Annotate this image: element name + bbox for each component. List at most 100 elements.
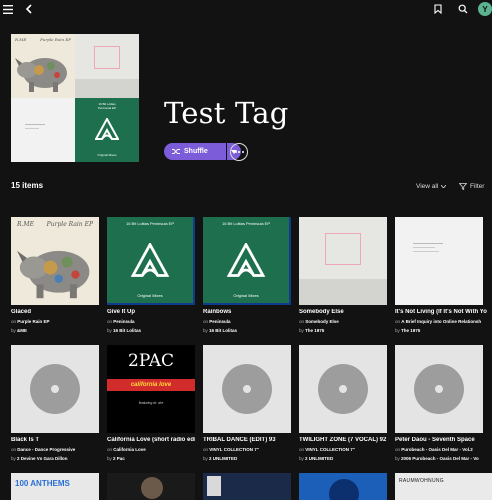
item-artwork[interactable] — [299, 473, 387, 500]
item-album[interactable]: Somebody Else — [305, 319, 339, 324]
chevron-left-icon[interactable] — [22, 2, 36, 16]
item-album-line: on Peninsula — [203, 319, 231, 324]
item-album-line: on VINYL COLLECTION 7" — [203, 447, 259, 452]
artwork-text: Purple Rain EP — [46, 221, 93, 228]
bookmark-icon[interactable] — [431, 2, 445, 16]
item-album[interactable]: VINYL COLLECTION 7" — [305, 447, 355, 452]
item-artist[interactable]: 16 Bit Lolitas — [209, 328, 237, 333]
item-artist[interactable]: &ME — [17, 328, 27, 333]
item-title[interactable]: Black Is T — [11, 437, 99, 443]
item-album[interactable]: Dance - Dance Progressive — [17, 447, 75, 452]
item-album-line: on Peninsula — [107, 319, 135, 324]
item-artwork[interactable]: R.ME Purple Rain EP — [11, 217, 99, 305]
shuffle-button[interactable]: Shuffle — [164, 143, 226, 160]
item-card[interactable]: TWILIGHT ZONE (7 VOCAL) 92 on VINYL COLL… — [299, 345, 387, 461]
chevron-down-icon — [441, 185, 447, 188]
item-artwork[interactable]: 16 Bit Lolitas Peninsula EP Original Mix… — [107, 217, 195, 305]
item-artwork[interactable] — [299, 217, 387, 305]
item-artwork-placeholder[interactable] — [299, 345, 387, 433]
item-title[interactable]: Rainbows — [203, 309, 291, 315]
item-artist[interactable]: 2006 Purobeach - Oasis Del Mar - Vo — [401, 456, 479, 461]
menu-icon[interactable] — [1, 2, 15, 16]
item-title[interactable]: Glaced — [11, 309, 99, 315]
item-card[interactable]: Black Is T on Dance - Dance Progressive … — [11, 345, 99, 461]
item-album-line: on Dance - Dance Progressive — [11, 447, 76, 452]
disc-icon — [318, 364, 368, 414]
item-card[interactable]: Somebody Else on Somebody Else by The 19… — [299, 217, 387, 333]
item-artwork[interactable] — [203, 473, 291, 500]
item-title[interactable]: Somebody Else — [299, 309, 387, 315]
artwork-text: 16 Bit Lolitas Peninsula EP — [221, 221, 271, 226]
item-artwork[interactable]: 16 Bit Lolitas Peninsula EP Original Mix… — [203, 217, 291, 305]
more-dots-icon — [234, 151, 237, 153]
cover-tile-1-artist: R.ME — [15, 37, 27, 42]
item-artist[interactable]: The 1975 — [401, 328, 420, 333]
disc-icon — [30, 364, 80, 414]
item-artwork-placeholder[interactable] — [203, 345, 291, 433]
item-artist[interactable]: The 1975 — [305, 328, 324, 333]
item-artwork-placeholder[interactable] — [395, 345, 483, 433]
item-card[interactable]: TRIBAL DANCE (EDIT) 93 on VINYL COLLECTI… — [203, 345, 291, 461]
item-artist[interactable]: 16 Bit Lolitas — [113, 328, 141, 333]
artwork-text: R.ME — [17, 221, 34, 228]
item-album[interactable]: Purobeach - Oasis Del Mar - Vol.2 — [401, 447, 472, 452]
filter-icon — [459, 183, 467, 190]
item-artwork[interactable]: 100 ANTHEMS — [11, 473, 99, 500]
item-title[interactable]: California Love (short radio edit) — [107, 437, 195, 443]
item-album[interactable]: Peninsula — [209, 319, 230, 324]
view-all-dropdown[interactable]: View all — [416, 183, 447, 190]
item-artist[interactable]: 2 UNLIMITED — [209, 456, 237, 461]
item-artist[interactable]: 2 UNLIMITED — [305, 456, 333, 461]
item-artist-line: by 2006 Purobeach - Oasis Del Mar - Vo — [395, 456, 479, 461]
item-album-line: on Somebody Else — [299, 319, 339, 324]
page-title: Test Tag — [164, 96, 289, 130]
item-artwork[interactable] — [107, 473, 195, 500]
item-title[interactable]: TRIBAL DANCE (EDIT) 93 — [203, 437, 291, 443]
item-artist-line: by 2 Pac — [107, 456, 125, 461]
cover-tile-4-title: Peninsula EP — [97, 105, 116, 110]
filter-label: Filter — [470, 183, 485, 190]
item-card[interactable]: It's Not Living (If It's Not With Yo on … — [395, 217, 492, 333]
item-artist-line: by &ME — [11, 328, 28, 333]
cover-tile-1-title: Purple Rain EP — [40, 37, 71, 42]
item-artist[interactable]: 2 Pac — [113, 456, 125, 461]
item-artist-line: by 2 Devine Vs Gara Dillon — [11, 456, 68, 461]
item-album[interactable]: Peninsula — [113, 319, 134, 324]
artwork-text: 16 Bit Lolitas Peninsula EP — [125, 221, 175, 226]
item-artwork-placeholder[interactable] — [11, 345, 99, 433]
item-artwork[interactable] — [395, 217, 483, 305]
item-artwork[interactable]: 2PAC california love featuring dr. dre — [107, 345, 195, 433]
shuffle-icon — [172, 149, 180, 154]
item-card[interactable]: R.ME Purple Rain EP Glaced on Purple Rai… — [11, 217, 99, 333]
filter-button[interactable]: Filter — [459, 183, 484, 190]
item-artist-line: by The 1975 — [299, 328, 325, 333]
item-title[interactable]: It's Not Living (If It's Not With Yo — [395, 309, 492, 315]
item-title[interactable]: Give It Up — [107, 309, 195, 315]
item-album[interactable]: A Brief Inquiry into Online Relationsh — [401, 319, 481, 324]
item-card[interactable]: 16 Bit Lolitas Peninsula EP Original Mix… — [203, 217, 291, 333]
item-album[interactable]: California Love — [113, 447, 146, 452]
item-artist[interactable]: 2 Devine Vs Gara Dillon — [17, 456, 68, 461]
more-options-button[interactable] — [230, 143, 248, 161]
item-album-line: on California Love — [107, 447, 146, 452]
artwork-text: featuring dr. dre — [138, 401, 164, 405]
item-card[interactable]: Peter Daou - Seventh Space on Purobeach … — [395, 345, 492, 461]
cover-tile-2 — [75, 34, 139, 98]
item-album-line: on Purobeach - Oasis Del Mar - Vol.2 — [395, 447, 473, 452]
item-artwork[interactable]: RAUMWOHNUNG — [395, 473, 492, 500]
avatar[interactable]: Y — [478, 2, 492, 16]
search-icon[interactable] — [456, 2, 470, 16]
item-artist-line: by 2 UNLIMITED — [299, 456, 334, 461]
cover-tile-4: 16 Bit Lolitas Peninsula EP Original Mixe… — [75, 98, 139, 162]
item-title[interactable]: TWILIGHT ZONE (7 VOCAL) 92 — [299, 437, 387, 443]
item-album[interactable]: VINYL COLLECTION 7" — [209, 447, 259, 452]
item-card[interactable]: 2PAC california love featuring dr. dre C… — [107, 345, 195, 461]
item-title[interactable]: Peter Daou - Seventh Space — [395, 437, 492, 443]
item-artist-line: by 2 UNLIMITED — [203, 456, 238, 461]
artwork-text: 100 ANTHEMS — [15, 479, 70, 488]
item-album-line: on A Brief Inquiry into Online Relations… — [395, 319, 482, 324]
item-artist-line: by 16 Bit Lolitas — [107, 328, 142, 333]
item-card[interactable]: 16 Bit Lolitas Peninsula EP Original Mix… — [107, 217, 195, 333]
cover-tile-4-footer: Original Mixes — [97, 153, 117, 157]
item-album[interactable]: Purple Rain EP — [17, 319, 49, 324]
